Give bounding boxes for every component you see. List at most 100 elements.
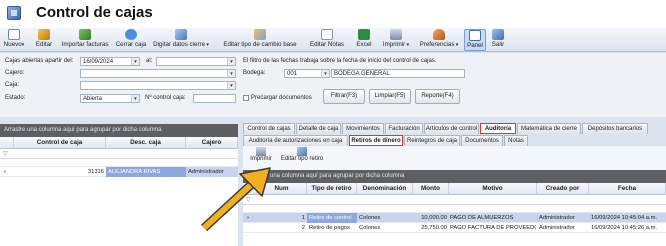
table-row-blank — [243, 205, 666, 213]
edit-base-exchange-button[interactable]: Editar tipo de cambio base — [216, 29, 304, 51]
excel-icon — [358, 29, 370, 40]
preload-documents-checkbox[interactable] — [243, 95, 249, 101]
left-group-bar[interactable]: Arrastre una columna aquí para agrupar p… — [0, 124, 238, 137]
tab-movimientos[interactable]: Movimientos — [342, 123, 384, 134]
column-header-desc[interactable]: Desc. caja — [106, 137, 186, 149]
preload-documents-label: Precargar documentos — [251, 95, 312, 101]
tab-matematica-cierre[interactable]: Matemática de cierre — [517, 123, 581, 134]
page-title: Control de cajas — [36, 4, 153, 21]
status-select[interactable]: Abierta ▼ — [80, 94, 140, 103]
tab-auditoria-autorizaciones[interactable]: Auditoría de autorizaciones en caja — [243, 135, 348, 146]
column-header-motivo[interactable]: Motivo — [449, 183, 537, 195]
right-filter-row[interactable]: ▽ — [243, 195, 666, 205]
warehouse-name-field[interactable]: BODEGA GENERAL — [331, 69, 465, 78]
column-header-monto[interactable]: Monto — [413, 183, 449, 195]
right-group-bar[interactable]: Arrastre una columna aquí para agrupar p… — [243, 170, 666, 183]
close-register-button[interactable]: Cerrar caja — [114, 29, 148, 51]
cell-denominacion[interactable]: Colones — [359, 213, 413, 223]
clear-button[interactable]: Limpiar(F5) — [369, 89, 411, 104]
cell-fecha[interactable]: 16/09/2024 10:45:26 a.m. — [591, 223, 666, 233]
main-toolbar: Nuevo▾ Editar Importar facturas Cerrar c… — [0, 28, 666, 52]
date-to-label: al: — [146, 58, 153, 64]
cell-desc[interactable]: ALEJANDRA RIVAS — [106, 167, 186, 177]
tab-facturacion[interactable]: Facturación — [385, 123, 423, 134]
edit-retiro-type-button[interactable]: Editar tipo retiro — [277, 147, 327, 162]
filter-icon: ▽ — [3, 151, 8, 157]
column-header-tipo[interactable]: Tipo de retiro — [307, 183, 357, 195]
cell-fecha[interactable]: 16/09/2024 10:45:04 a.m. — [591, 213, 666, 223]
edit-retiro-type-label: Editar tipo retiro — [280, 156, 324, 162]
column-header-creado[interactable]: Creado por — [537, 183, 589, 195]
tab-control-cajas[interactable]: Control de cajas — [243, 123, 295, 134]
tab-retiros-dinero[interactable]: Retiros de dinero — [349, 135, 403, 146]
chevron-down-icon[interactable]: ▼ — [227, 70, 235, 77]
cell-creado[interactable]: Administrador — [539, 213, 589, 223]
preferences-button[interactable]: Preferencias ▾ — [416, 29, 462, 51]
tab-articulos-control[interactable]: Artículos de control — [424, 123, 479, 134]
column-header-denominacion[interactable]: Denominación — [357, 183, 413, 195]
cell-monto[interactable]: 10,000.00 — [413, 213, 447, 223]
cell-creado[interactable]: Administrador — [539, 223, 589, 233]
column-header-cashier[interactable]: Cajero — [186, 137, 238, 149]
cell-motivo[interactable]: PAGO FACTURA DE PROVEEDOR — [450, 223, 536, 233]
cell-denominacion[interactable]: Colones — [359, 223, 413, 233]
user-preferences-icon — [433, 29, 445, 40]
printer-icon — [390, 29, 402, 40]
printer-icon — [256, 147, 266, 156]
preferences-label: Preferencias — [419, 41, 455, 48]
cell-tipo[interactable]: Retiro de control — [307, 213, 357, 223]
tab-detalle-caja[interactable]: Detalle de caja — [296, 123, 341, 134]
warehouse-name-value: BODEGA GENERAL — [334, 71, 390, 77]
edit-notes-button[interactable]: Editar Notas — [306, 29, 348, 51]
open-registers-from-label: Cajas abiertas apartir del: — [5, 58, 74, 64]
chevron-down-icon[interactable]: ▼ — [131, 95, 139, 102]
date-from-value: 16/09/2024 — [83, 59, 114, 65]
exit-button[interactable]: Salir — [488, 29, 508, 51]
pencil-icon — [38, 29, 50, 40]
tab-documentos[interactable]: Documentos — [461, 135, 503, 146]
cell-tipo[interactable]: Retiro de pagos — [309, 223, 357, 233]
chevron-down-icon[interactable]: ▼ — [321, 70, 329, 77]
tab-reintegros-caja[interactable]: Reintegros de caja — [404, 135, 460, 146]
register-select[interactable]: ▼ — [80, 81, 236, 90]
cell-control[interactable]: 31316 — [14, 167, 104, 177]
chevron-down-icon[interactable]: ▼ — [227, 82, 235, 89]
new-button[interactable]: Nuevo▾ — [2, 29, 26, 51]
tab-notas[interactable]: Notas — [504, 135, 528, 146]
retiros-toolbar: Imprimir Editar tipo retiro — [243, 146, 666, 170]
panel-button[interactable]: Panel — [464, 29, 486, 51]
enter-closing-data-button[interactable]: Digitar datos cierre ▾ — [150, 29, 212, 51]
close-register-label: Cerrar caja — [115, 41, 147, 48]
chevron-down-icon[interactable]: ▼ — [227, 58, 235, 65]
column-header-fecha[interactable]: Fecha — [589, 183, 666, 195]
excel-label: Excel — [356, 41, 372, 48]
warehouse-code-select[interactable]: 001 ▼ — [284, 69, 330, 78]
cell-monto[interactable]: 25,750.00 — [413, 223, 447, 233]
chevron-down-icon[interactable]: ▼ — [131, 58, 139, 65]
close-icon — [125, 29, 137, 40]
print-button[interactable]: Imprimir ▾ — [378, 29, 414, 51]
column-header-control[interactable]: Control de caja — [14, 137, 106, 149]
panel-label: Panel — [467, 42, 483, 49]
edit-button[interactable]: Editar — [32, 29, 56, 51]
cashier-select[interactable]: ▼ — [80, 69, 236, 78]
filter-button[interactable]: Filtrar(F3) — [323, 89, 365, 104]
print-retiro-button[interactable]: Imprimir — [247, 147, 275, 162]
import-label: Importar facturas — [61, 41, 109, 48]
register-label: Caja: — [5, 82, 20, 88]
left-filter-row[interactable]: ▽ — [0, 149, 238, 159]
control-number-field[interactable] — [193, 94, 236, 103]
tab-auditoria[interactable]: Auditoría — [480, 123, 516, 134]
import-invoices-button[interactable]: Importar facturas — [58, 29, 112, 51]
edit-type-icon — [297, 147, 307, 156]
date-from-field[interactable]: 16/09/2024 ▼ — [80, 57, 140, 66]
new-label: Nuevo — [3, 41, 22, 48]
table-row[interactable]: › 1 Retiro de control Colones 10,000.00 … — [243, 213, 666, 223]
table-row[interactable]: 2 Retiro de pagos Colones 25,750.00 PAGO… — [243, 223, 666, 233]
report-button[interactable]: Reporte(F4) — [415, 89, 460, 104]
date-to-field[interactable]: ▼ — [156, 57, 236, 66]
tab-depositos-bancarios[interactable]: Depósitos bancarios — [582, 123, 648, 134]
edit-label: Editar — [35, 41, 53, 48]
excel-button[interactable]: Excel — [352, 29, 376, 51]
cell-motivo[interactable]: PAGO DE ALMUERZOS — [450, 213, 536, 223]
